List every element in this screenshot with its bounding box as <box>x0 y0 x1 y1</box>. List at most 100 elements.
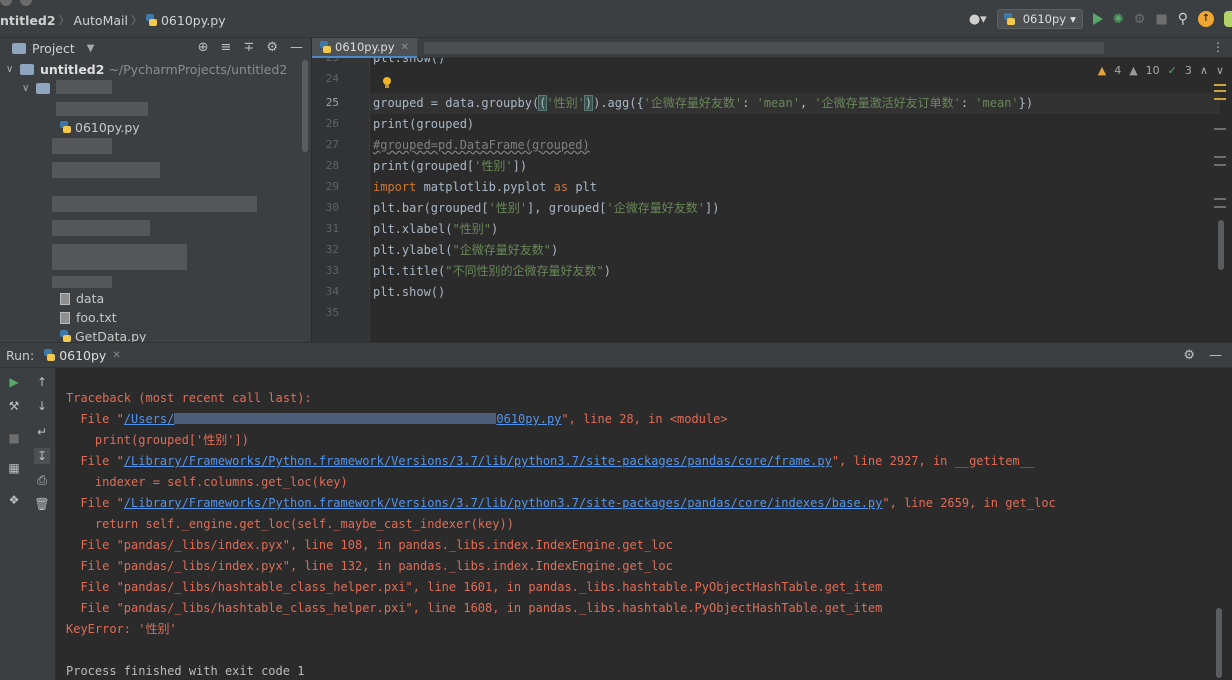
editor-tab[interactable]: 0610py.py ✕ <box>312 38 417 58</box>
collapse-all-icon[interactable]: ∓ <box>243 40 254 55</box>
close-icon[interactable]: ✕ <box>401 42 409 53</box>
line-number: 30 <box>325 201 339 214</box>
error-stripe-marker[interactable] <box>1214 98 1226 100</box>
layout-icon[interactable]: ▦ <box>6 460 22 476</box>
breadcrumb-folder[interactable]: AutoMail <box>74 13 128 28</box>
line-number: 26 <box>325 117 339 130</box>
locate-icon[interactable]: ⊕ <box>198 40 209 55</box>
hide-panel-icon[interactable]: — <box>1209 348 1222 363</box>
run-icon[interactable] <box>1092 13 1103 25</box>
run-configuration-select[interactable]: 0610py ▾ <box>996 9 1083 29</box>
error-stripe-marker[interactable] <box>1214 90 1226 92</box>
breadcrumb-project[interactable]: ntitled2 <box>0 13 56 28</box>
arrow-up-icon[interactable]: ↑ <box>34 374 50 390</box>
window-controls <box>0 0 32 6</box>
tree-folder[interactable]: data <box>60 289 104 308</box>
chevron-down-icon[interactable]: ▼ <box>87 43 95 54</box>
trash-icon[interactable]: 🗑 <box>34 496 50 512</box>
console-line: File "pandas/_libs/index.pyx", line 108,… <box>66 538 673 552</box>
close-icon[interactable]: ✕ <box>112 350 120 361</box>
file-link[interactable]: /Users/ <box>124 412 175 426</box>
run-tab-label: 0610py <box>59 347 107 363</box>
scroll-to-end-icon[interactable]: ↧ <box>34 448 50 464</box>
console-line: indexer = self.columns.get_loc(key) <box>66 475 348 489</box>
redacted-area <box>56 102 148 116</box>
code-line: plt.bar(grouped['性别'], grouped['企微存量好友数'… <box>373 201 720 215</box>
inspection-widget[interactable]: ▲ 4 ▲ 10 ✓ 3 ∧ ∨ <box>1098 64 1224 77</box>
file-link[interactable]: /Library/Frameworks/Python.framework/Ver… <box>124 454 832 468</box>
code-line: plt.show() <box>373 285 446 299</box>
redacted-area <box>52 162 160 178</box>
line-number: 34 <box>325 285 339 298</box>
editor-scrollbar[interactable] <box>1218 220 1224 270</box>
tree-folder[interactable]: ∨ <box>22 79 56 98</box>
gear-icon[interactable]: ⚙ <box>266 40 278 55</box>
rerun-icon[interactable]: ▶ <box>6 374 22 390</box>
navigation-bar: ntitled2 〉 AutoMail 〉 0610py.py ●▾ 0610p… <box>0 0 1232 38</box>
code-line: print(grouped) <box>373 117 475 131</box>
error-stripe-marker[interactable] <box>1214 198 1226 200</box>
file-link[interactable]: 0610py.py <box>496 412 561 426</box>
tree-file[interactable]: foo.txt <box>60 308 117 327</box>
stop-icon[interactable]: ■ <box>6 430 22 446</box>
redacted-area <box>52 220 150 236</box>
expand-all-icon[interactable]: ≡ <box>221 40 232 55</box>
project-panel-title[interactable]: Project <box>32 41 75 56</box>
breadcrumb: ntitled2 〉 AutoMail 〉 0610py.py <box>0 12 226 28</box>
gear-icon[interactable]: ⚙ <box>1183 348 1195 363</box>
wrench-icon[interactable]: ⚒ <box>6 398 22 414</box>
redacted-area <box>52 196 257 212</box>
console-line: File "/Library/Frameworks/Python.framewo… <box>66 496 1056 510</box>
hide-panel-icon[interactable]: — <box>290 40 303 55</box>
run-toolbar: ▶ ↑ ⚒ ↓ ■ ↵ ↧ ▦ ⎙ ❖ 🗑 <box>0 368 56 680</box>
run-tab[interactable]: 0610py ✕ <box>44 348 121 363</box>
pin-icon[interactable]: ❖ <box>6 492 22 508</box>
run-panel-label: Run: <box>6 347 35 363</box>
code-editor[interactable]: 23 24 25 26 27 28 29 30 31 32 33 34 35 p… <box>312 58 1232 342</box>
stop-icon[interactable]: ■ <box>1155 12 1167 27</box>
console-line: File "/Library/Frameworks/Python.framewo… <box>66 454 1035 468</box>
close-window-icon[interactable] <box>0 0 12 6</box>
warning-count: 4 <box>1114 64 1122 77</box>
error-stripe-marker[interactable] <box>1214 84 1226 86</box>
print-icon[interactable]: ⎙ <box>34 472 50 488</box>
console-output[interactable]: Traceback (most recent call last): File … <box>56 368 1232 680</box>
search-icon[interactable]: ⚲ <box>1178 11 1188 27</box>
chevron-right-icon: 〉 <box>130 14 142 27</box>
error-stripe-marker[interactable] <box>1214 206 1226 208</box>
project-view-icon <box>12 42 26 54</box>
console-exit-status: Process finished with exit code 1 <box>66 664 305 678</box>
tree-root-path: ~/PycharmProjects/untitled2 <box>108 62 288 77</box>
coverage-icon[interactable]: ⚙ <box>1134 12 1146 27</box>
plugin-icon[interactable] <box>1224 11 1232 27</box>
editor-tab-label: 0610py.py <box>335 40 395 54</box>
chevron-down-icon: ▾ <box>1070 12 1076 26</box>
arrow-down-icon[interactable]: ↓ <box>34 398 50 414</box>
error-stripe-marker[interactable] <box>1214 164 1226 166</box>
console-line: print(grouped['性别']) <box>66 433 249 447</box>
chevron-up-icon[interactable]: ∧ <box>1200 64 1208 77</box>
user-icon[interactable]: ●▾ <box>969 12 987 27</box>
console-scrollbar[interactable] <box>1216 608 1222 678</box>
code-comment: #grouped=pd.DataFrame(grouped) <box>373 138 590 152</box>
error-stripe-marker[interactable] <box>1214 156 1226 158</box>
debug-icon[interactable]: ✺ <box>1113 12 1124 27</box>
project-scrollbar[interactable] <box>302 60 308 152</box>
error-stripe-marker[interactable] <box>1214 128 1226 130</box>
redacted-area <box>52 138 112 154</box>
soft-wrap-icon[interactable]: ↵ <box>34 424 50 440</box>
project-panel-header: Project ▼ ⊕ ≡ ∓ ⚙ — <box>0 38 311 58</box>
file-link[interactable]: /Library/Frameworks/Python.framework/Ver… <box>124 496 883 510</box>
more-icon[interactable]: ⋮ <box>1212 40 1224 54</box>
tree-root[interactable]: ∨ untitled2 ~/PycharmProjects/untitled2 <box>6 60 287 79</box>
minimize-window-icon[interactable] <box>20 0 32 6</box>
tree-file-label: data <box>76 291 105 306</box>
python-file-icon <box>44 348 56 362</box>
code-line: import matplotlib.pyplot as plt <box>373 180 597 194</box>
chevron-down-icon[interactable]: ∨ <box>1216 64 1224 77</box>
breadcrumb-file[interactable]: 0610py.py <box>161 13 226 28</box>
update-icon[interactable]: ↑ <box>1198 11 1214 27</box>
line-number: 27 <box>325 138 339 151</box>
lightbulb-icon[interactable] <box>382 77 392 89</box>
tree-file[interactable]: 0610py.py <box>60 118 140 137</box>
